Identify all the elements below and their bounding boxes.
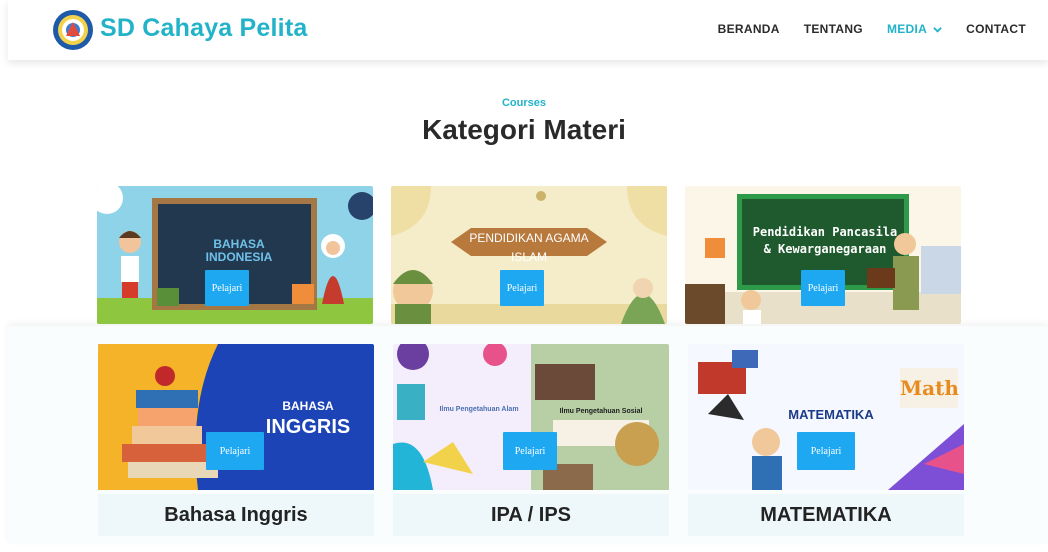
section-title: Kategori Materi [422,114,626,145]
banner-line: PENDIDIKAN AGAMA [469,231,589,245]
course-card-pancasila[interactable]: Pendidikan Pancasila & Kewarganegaraan P… [685,186,961,324]
ipa-banner: Ilmu Pengetahuan Alam [429,406,529,413]
pancasila-banner: Pendidikan Pancasila & Kewarganegaraan [745,226,905,255]
pelajari-button[interactable]: Pelajari [801,270,845,306]
course-card-matematika[interactable]: MATEMATIKA Math Pelajari MATEMATIKA [688,344,964,538]
banner-line: Ilmu Pengetahuan Sosial [559,408,643,415]
agama-islam-banner: PENDIDIKAN AGAMA ISLAM [451,232,607,263]
site-header: SD Cahaya Pelita BERANDA TENTANG MEDIA C… [8,0,1048,60]
banner-line: ISLAM [510,249,547,264]
nav-contact[interactable]: CONTACT [966,22,1026,36]
course-caption[interactable]: IPA / IPS [393,494,669,536]
banner-line: BAHASA [213,237,265,251]
main-nav: BERANDA TENTANG MEDIA CONTACT [694,22,1026,36]
banner-line: Pendidikan Pancasila [752,225,898,239]
nav-beranda[interactable]: BERANDA [718,22,780,36]
school-logo-icon[interactable] [52,9,94,51]
site-brand[interactable]: SD Cahaya Pelita [100,14,307,43]
chevron-down-icon [933,26,942,33]
course-card-agama-islam[interactable]: PENDIDIKAN AGAMA ISLAM Pelajari [391,186,667,324]
banner-line: INGGRIS [265,415,351,438]
banner-line: INDONESIA [205,249,273,264]
math-sign: Math [900,376,959,400]
ips-banner: Ilmu Pengetahuan Sosial [553,408,649,415]
nav-contact-label: CONTACT [966,22,1026,36]
course-card-ipa-ips[interactable]: Ilmu Pengetahuan Alam Ilmu Pengetahuan S… [393,344,669,538]
nav-media[interactable]: MEDIA [887,22,942,36]
course-caption[interactable]: Bahasa Inggris [98,494,374,536]
banner-line: BAHASA [282,399,334,413]
section-subtitle: Courses [501,97,547,109]
nav-tentang-label: TENTANG [803,22,863,36]
banner-line: & Kewarganegaraan [763,241,887,256]
banner-line: Ilmu Pengetahuan Alam [439,406,519,413]
nav-beranda-label: BERANDA [717,22,780,36]
bahasa-inggris-banner: BAHASA INGGRIS [248,400,368,438]
nav-tentang[interactable]: TENTANG [804,22,863,36]
course-card-bahasa-inggris[interactable]: BAHASA INGGRIS Pelajari Bahasa Inggris [98,344,374,538]
bahasa-indonesia-banner: BAHASA INDONESIA [183,238,295,263]
pelajari-button[interactable]: Pelajari [500,270,544,306]
course-caption[interactable]: MATEMATIKA [688,494,964,536]
banner-line: MATEMATIKA [788,407,874,422]
pelajari-button[interactable]: Pelajari [206,432,264,470]
pelajari-button[interactable]: Pelajari [797,432,855,470]
pelajari-button[interactable]: Pelajari [205,270,249,306]
banner-line: Math [900,376,959,400]
pelajari-button[interactable]: Pelajari [503,432,557,470]
nav-media-label: MEDIA [886,22,928,36]
matematika-banner: MATEMATIKA [776,408,886,422]
course-card-bahasa-indonesia[interactable]: BAHASA INDONESIA Pelajari [97,186,373,324]
